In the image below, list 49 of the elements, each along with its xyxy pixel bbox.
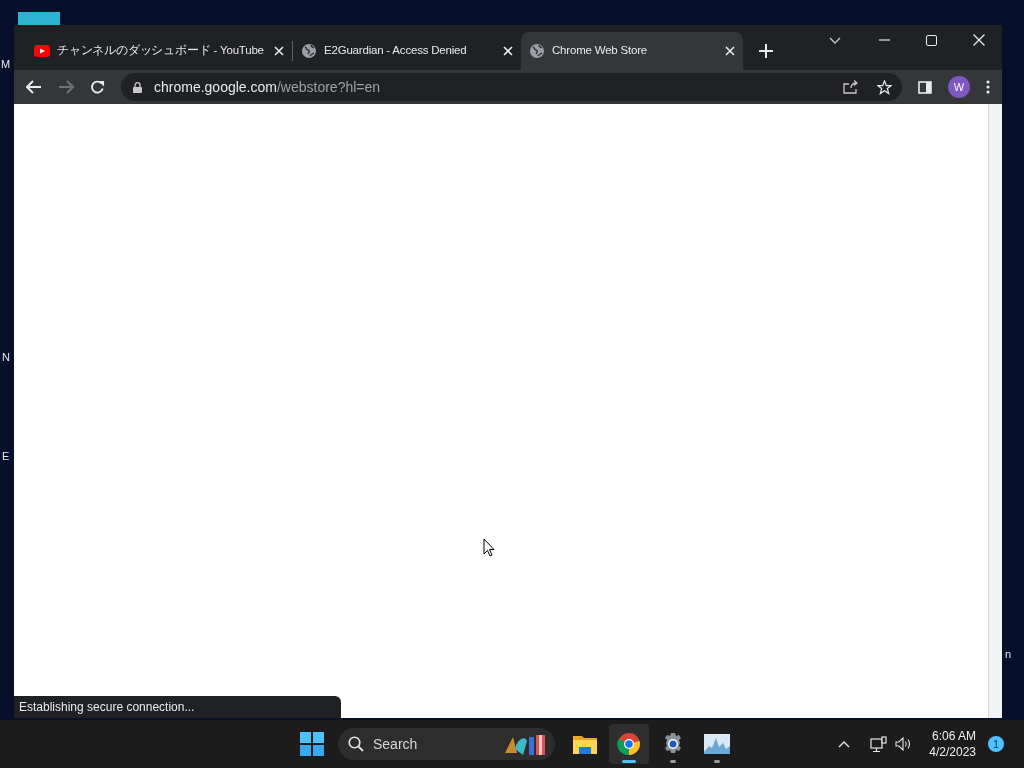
- maximize-icon[interactable]: [926, 34, 937, 46]
- address-bar[interactable]: chrome.google.com/webstore?hl=en: [121, 73, 902, 101]
- close-icon[interactable]: [503, 46, 513, 56]
- globe-icon: [301, 43, 317, 59]
- menu-icon[interactable]: [986, 80, 990, 94]
- share-icon[interactable]: [843, 80, 859, 94]
- status-bubble: Establishing secure connection...: [14, 696, 341, 718]
- profile-avatar[interactable]: W: [948, 76, 970, 98]
- back-arrow-icon[interactable]: [26, 80, 42, 94]
- tab-title: Chrome Web Store: [552, 43, 649, 59]
- search-label: Search: [373, 734, 419, 754]
- mouse-pointer-icon: [483, 538, 495, 557]
- new-tab-icon[interactable]: [759, 44, 773, 58]
- url-text: chrome.google.com/webstore?hl=en: [154, 77, 382, 97]
- desktop-icon-label: E: [2, 450, 10, 462]
- windows-start-icon[interactable]: [300, 732, 324, 756]
- clock[interactable]: 6:06 AM 4/2/2023: [929, 728, 976, 760]
- taskbar-app[interactable]: [609, 724, 649, 764]
- chevron-up-icon[interactable]: [838, 740, 851, 748]
- browser-tab[interactable]: E2Guardian - Access Denied: [293, 32, 521, 70]
- volume-icon[interactable]: [895, 737, 913, 751]
- desktop-icon-label: N: [2, 351, 10, 363]
- chevron-down-icon[interactable]: [829, 36, 841, 44]
- tab-title: チャンネルのダッシュボード - YouTube: [57, 43, 265, 59]
- side-panel-icon[interactable]: [918, 80, 932, 94]
- desktop-icon[interactable]: [18, 12, 60, 26]
- search-icon: [348, 736, 364, 752]
- desktop-icon-label: M: [1, 58, 11, 70]
- close-icon[interactable]: [274, 46, 284, 56]
- browser-tab[interactable]: Chrome Web Store: [521, 32, 743, 70]
- clock-time: 6:06 AM: [931, 728, 976, 744]
- folder-icon: [572, 733, 598, 755]
- notification-badge[interactable]: 1: [988, 736, 1004, 752]
- chrome-logo-icon: [617, 732, 641, 756]
- desktop-icon-label: n: [1005, 648, 1012, 660]
- network-icon[interactable]: [870, 735, 888, 753]
- performance-graph-icon: [704, 734, 730, 754]
- reload-icon[interactable]: [90, 79, 105, 95]
- star-icon[interactable]: [877, 79, 892, 95]
- close-icon[interactable]: [725, 46, 735, 56]
- scrollbar[interactable]: [988, 104, 1002, 718]
- clock-date: 4/2/2023: [929, 744, 976, 760]
- lock-icon: [133, 81, 142, 93]
- video-play-icon: [34, 45, 50, 57]
- search-box[interactable]: Search: [338, 728, 555, 760]
- tab-title: E2Guardian - Access Denied: [324, 43, 468, 59]
- close-icon[interactable]: [973, 34, 985, 46]
- globe-icon: [529, 43, 545, 59]
- browser-tab[interactable]: チャンネルのダッシュボード - YouTube: [26, 32, 292, 70]
